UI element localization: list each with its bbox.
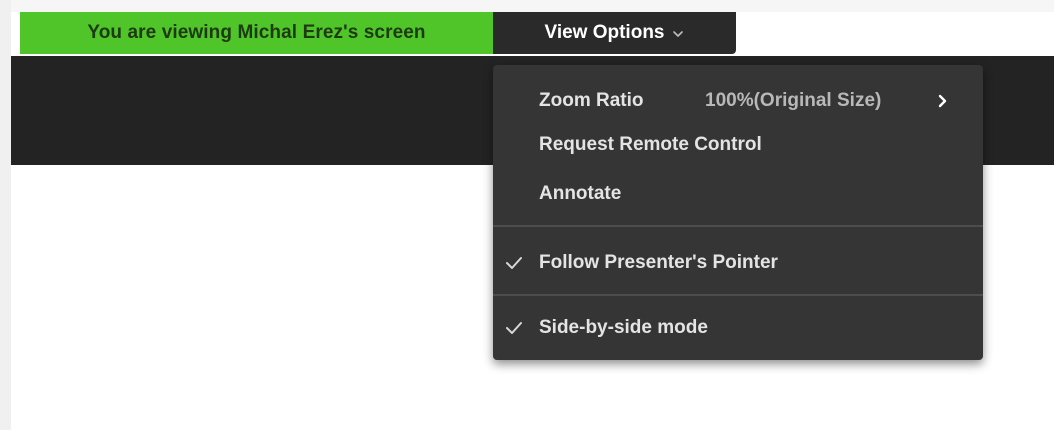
request-remote-control-label: Request Remote Control xyxy=(539,134,762,155)
viewing-banner: You are viewing Michal Erez's screen xyxy=(20,12,493,54)
menu-separator xyxy=(493,294,983,296)
checkmark-icon xyxy=(506,257,522,269)
top-strip xyxy=(0,0,1054,12)
side-by-side-mode-label: Side-by-side mode xyxy=(539,317,708,338)
chevron-right-icon xyxy=(938,94,947,108)
view-options-menu: Zoom Ratio 100%(Original Size) Request R… xyxy=(493,65,983,360)
menu-separator xyxy=(493,225,983,227)
menu-item-request-remote-control[interactable]: Request Remote Control xyxy=(493,121,983,169)
menu-item-annotate[interactable]: Annotate xyxy=(493,170,983,218)
view-options-button[interactable]: View Options xyxy=(493,12,736,54)
checkmark-icon xyxy=(506,322,522,334)
viewing-banner-text: You are viewing Michal Erez's screen xyxy=(87,22,426,43)
left-edge xyxy=(0,0,11,430)
follow-presenters-pointer-label: Follow Presenter's Pointer xyxy=(539,252,778,273)
annotate-label: Annotate xyxy=(539,183,622,204)
chevron-down-icon xyxy=(672,31,683,37)
menu-item-side-by-side-mode[interactable]: Side-by-side mode xyxy=(493,304,983,352)
view-options-label: View Options xyxy=(544,22,665,43)
menu-item-follow-presenters-pointer[interactable]: Follow Presenter's Pointer xyxy=(493,239,983,287)
zoom-ratio-label: Zoom Ratio xyxy=(539,90,644,111)
zoom-ratio-value: 100%(Original Size) xyxy=(705,90,882,111)
menu-item-zoom-ratio[interactable]: Zoom Ratio 100%(Original Size) xyxy=(493,77,983,125)
